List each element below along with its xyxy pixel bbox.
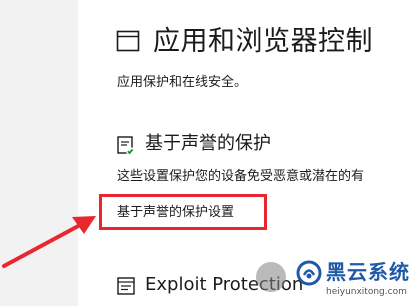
reputation-section-description: 这些设置保护您的设备免受恶意或潜在的有 [117,169,365,184]
reputation-section-title: 基于声誉的保护 [145,133,271,154]
browser-window-icon [116,30,140,52]
reputation-shield-icon [117,136,134,155]
page-subtitle: 应用保护和在线安全。 [117,75,248,90]
exploit-protection-icon [117,277,135,295]
watermark-url: heiyunxitong.com [326,287,407,297]
annotation-highlight-box [99,194,267,230]
annotation-arrow-icon [2,216,96,268]
watermark: 黑云系统 heiyunxitong.com [296,258,412,302]
mouse-cursor-indicator [256,262,286,292]
cloud-logo-icon [296,260,322,286]
page-title: 应用和浏览器控制 [153,26,373,57]
watermark-name: 黑云系统 [326,260,410,284]
screenshot-root: 应用和浏览器控制 应用保护和在线安全。 基于声誉的保护 这些设置保护您的设备免受… [0,0,415,306]
